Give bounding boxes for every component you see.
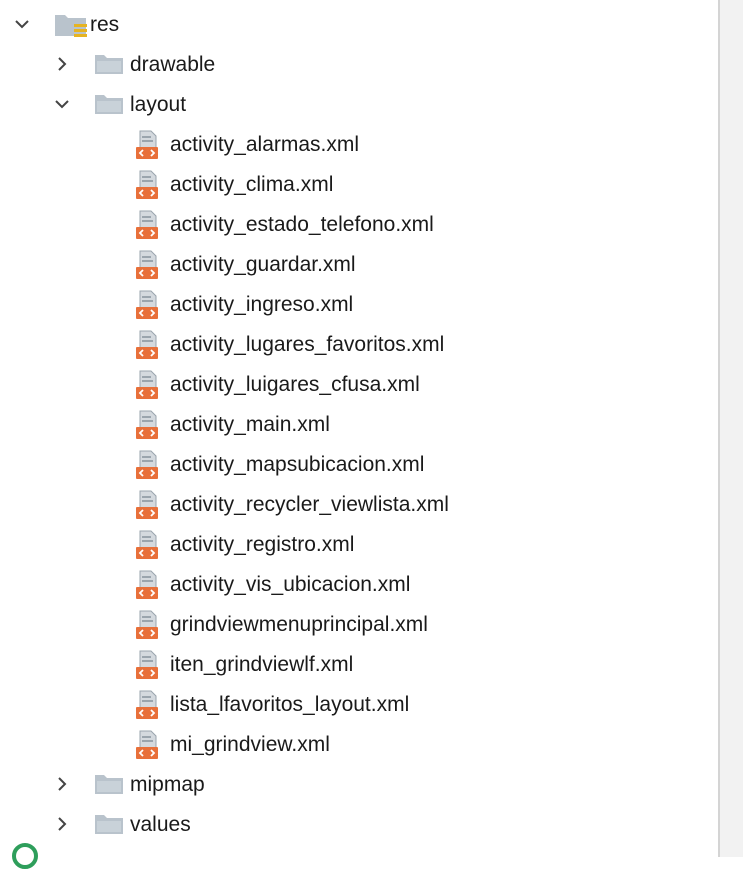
tree-node-label: layout — [130, 93, 187, 116]
layout-file-item[interactable]: activity_vis_ubicacion.xml — [0, 564, 600, 604]
resource-folder-icon — [54, 12, 88, 43]
layout-xml-file-icon — [134, 330, 162, 365]
layout-xml-file-icon — [134, 730, 162, 765]
layout-file-item[interactable]: activity_guardar.xml — [0, 244, 600, 284]
layout-file-item[interactable]: activity_estado_telefono.xml — [0, 204, 600, 244]
layout-xml-file-icon — [134, 130, 162, 165]
layout-file-item[interactable]: iten_grindviewlf.xml — [0, 644, 600, 684]
layout-file-item[interactable]: activity_mapsubicacion.xml — [0, 444, 600, 484]
tree-node-label: res — [90, 13, 120, 36]
chevron-right-icon[interactable] — [52, 774, 72, 794]
layout-xml-file-icon — [134, 650, 162, 685]
layout-xml-file-icon — [134, 290, 162, 325]
chevron-down-icon[interactable] — [12, 14, 32, 34]
layout-xml-file-icon — [134, 170, 162, 205]
layout-file-item[interactable]: activity_ingreso.xml — [0, 284, 600, 324]
file-name-label: activity_ingreso.xml — [170, 293, 354, 316]
file-name-label: activity_registro.xml — [170, 533, 355, 556]
layout-xml-file-icon — [134, 250, 162, 285]
file-name-label: grindviewmenuprincipal.xml — [170, 613, 428, 636]
folder-icon — [94, 92, 124, 121]
chevron-right-icon[interactable] — [52, 814, 72, 834]
layout-file-item[interactable]: activity_clima.xml — [0, 164, 600, 204]
layout-xml-file-icon — [134, 370, 162, 405]
layout-file-item[interactable]: activity_registro.xml — [0, 524, 600, 564]
chevron-right-icon[interactable] — [52, 54, 72, 74]
scrollbar[interactable] — [718, 0, 743, 857]
folder-icon — [94, 52, 124, 81]
file-name-label: activity_estado_telefono.xml — [170, 213, 434, 236]
layout-xml-file-icon — [134, 570, 162, 605]
file-name-label: activity_recycler_viewlista.xml — [170, 493, 449, 516]
project-tree: res drawable layout activity_alarmas.xml… — [0, 0, 718, 869]
layout-file-item[interactable]: activity_lugares_favoritos.xml — [0, 324, 600, 364]
tree-node-label: mipmap — [130, 773, 205, 796]
layout-file-item[interactable]: activity_alarmas.xml — [0, 124, 600, 164]
file-name-label: activity_luigares_cfusa.xml — [170, 373, 420, 396]
file-name-label: activity_vis_ubicacion.xml — [170, 573, 411, 596]
layout-file-item[interactable]: mi_grindview.xml — [0, 724, 600, 764]
layout-xml-file-icon — [134, 690, 162, 725]
layout-xml-file-icon — [134, 210, 162, 245]
tree-node-mipmap[interactable]: mipmap — [0, 764, 300, 804]
tree-node-res[interactable]: res — [0, 4, 300, 44]
folder-icon — [94, 812, 124, 841]
tree-node-layout[interactable]: layout — [0, 84, 300, 124]
file-name-label: activity_guardar.xml — [170, 253, 356, 276]
layout-xml-file-icon — [134, 450, 162, 485]
tree-node-drawable[interactable]: drawable — [0, 44, 300, 84]
layout-xml-file-icon — [134, 410, 162, 445]
layout-xml-file-icon — [134, 490, 162, 525]
tree-node-values[interactable]: values — [0, 804, 300, 844]
layout-xml-file-icon — [134, 610, 162, 645]
tree-node-label: drawable — [130, 53, 216, 76]
folder-icon — [94, 772, 124, 801]
layout-file-item[interactable]: grindviewmenuprincipal.xml — [0, 604, 600, 644]
layout-file-item[interactable]: lista_lfavoritos_layout.xml — [0, 684, 600, 724]
layout-file-item[interactable]: activity_luigares_cfusa.xml — [0, 364, 600, 404]
file-name-label: iten_grindviewlf.xml — [170, 653, 354, 676]
file-name-label: activity_mapsubicacion.xml — [170, 453, 425, 476]
file-name-label: activity_main.xml — [170, 413, 330, 436]
file-name-label: activity_alarmas.xml — [170, 133, 360, 156]
gradle-scripts-icon — [10, 841, 40, 876]
layout-xml-file-icon — [134, 530, 162, 565]
layout-file-item[interactable]: activity_recycler_viewlista.xml — [0, 484, 600, 524]
layout-file-item[interactable]: activity_main.xml — [0, 404, 600, 444]
file-name-label: activity_lugares_favoritos.xml — [170, 333, 445, 356]
tree-node-cropped[interactable] — [10, 841, 40, 876]
chevron-down-icon[interactable] — [52, 94, 72, 114]
file-name-label: activity_clima.xml — [170, 173, 334, 196]
tree-node-label: values — [130, 813, 191, 836]
file-name-label: lista_lfavoritos_layout.xml — [170, 693, 410, 716]
file-name-label: mi_grindview.xml — [170, 733, 330, 756]
